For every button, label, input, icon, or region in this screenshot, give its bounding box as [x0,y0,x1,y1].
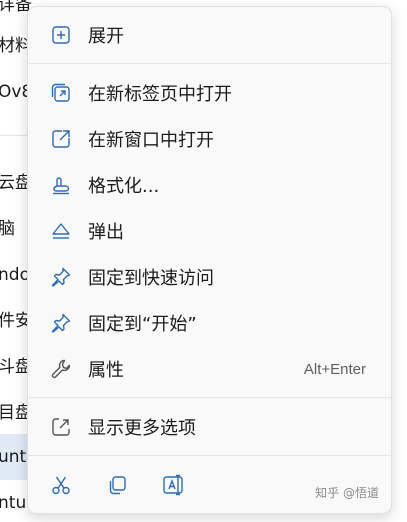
watermark-text: 知乎 @悟道 [315,486,379,500]
menu-item-label: 格式化... [88,176,160,197]
menu-item-open-new-window[interactable]: 在新窗口中打开 [33,119,386,159]
menu-item-label: 属性 [88,360,124,381]
menu-item-expand[interactable]: 展开 [33,15,386,55]
menu-separator [28,397,391,398]
menu-item-label: 在新标签页中打开 [88,84,232,105]
menu-item-show-more[interactable]: 显示更多选项 [33,407,386,447]
keyboard-shortcut: Alt+Enter [303,360,366,378]
menu-item-label: 固定到快速访问 [88,268,214,289]
copy-button[interactable] [99,469,135,505]
menu-item-pin-quick-access[interactable]: 固定到快速访问 [33,257,386,297]
menu-separator [28,455,391,456]
menu-item-label: 在新窗口中打开 [88,130,214,151]
new-window-icon [47,125,75,153]
menu-item-label: 固定到“开始” [88,314,197,335]
pin-icon [47,263,75,291]
menu-item-label: 显示更多选项 [88,418,196,439]
expand-icon [47,21,75,49]
cut-icon [50,474,72,500]
copy-icon [106,474,128,500]
watermark: 知乎 @悟道 [315,484,379,501]
menu-item-eject[interactable]: 弹出 [33,211,386,251]
rename-icon [162,474,186,500]
pin-icon [47,309,75,337]
menu-separator [28,63,391,64]
menu-item-open-new-tab[interactable]: 在新标签页中打开 [33,73,386,113]
context-menu: 展开 在新标签页中打开 在新窗口中打开 格式化... 弹出 固定到快速访问 固定… [27,6,392,514]
show-more-icon [47,413,75,441]
menu-item-label: 展开 [88,26,124,47]
rename-button[interactable] [156,469,192,505]
menu-item-label: 弹出 [88,222,124,243]
menu-item-properties[interactable]: 属性 Alt+Enter [33,349,386,389]
menu-item-pin-start[interactable]: 固定到“开始” [33,303,386,343]
eject-icon [47,217,75,245]
cut-button[interactable] [43,469,79,505]
menu-item-format[interactable]: 格式化... [33,165,386,205]
format-icon [47,171,75,199]
wrench-icon [47,355,75,383]
new-tab-icon [47,79,75,107]
